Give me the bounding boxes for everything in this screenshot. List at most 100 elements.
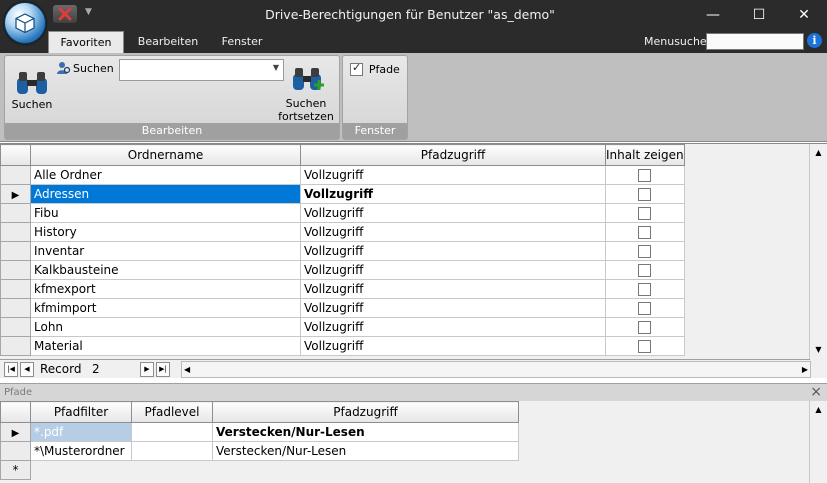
ordnername-cell[interactable]: Kalkbausteine [30,260,301,280]
row-selector[interactable] [0,260,31,280]
ordnername-cell[interactable]: Alle Ordner [30,165,301,185]
chevron-down-icon[interactable]: ▼ [273,63,279,72]
row-selector[interactable] [0,222,31,242]
table-row[interactable]: kfmexport Vollzugriff [0,279,685,299]
pfadzugriff-cell[interactable]: Vollzugriff [300,165,606,185]
pfade-checkbox[interactable] [350,61,363,76]
column-header-inhalt-zeigen[interactable]: Inhalt zeigen [605,144,685,166]
first-record-icon[interactable]: |◀ [4,362,18,377]
pfadzugriff-cell[interactable]: Vollzugriff [300,260,606,280]
inhalt-zeigen-cell [605,336,685,356]
inhalt-zeigen-checkbox[interactable] [638,207,652,220]
ordnername-cell[interactable]: Lohn [30,317,301,337]
row-selector[interactable] [0,203,31,223]
new-row-selector[interactable]: * [0,460,31,480]
suchen-button[interactable] [12,60,52,102]
pfade-toggle[interactable]: Pfade [350,61,400,76]
pfadfilter-cell[interactable]: *\Musterordner [30,441,132,461]
inhalt-zeigen-checkbox[interactable] [638,321,652,334]
last-record-icon[interactable]: ▶| [156,362,170,377]
pfadzugriff-cell[interactable]: Vollzugriff [300,336,606,356]
scroll-down-icon[interactable]: ▼ [810,341,827,358]
table-row[interactable]: Alle Ordner Vollzugriff [0,165,685,185]
ordnername-cell[interactable]: Fibu [30,203,301,223]
quick-access-close-icon[interactable] [53,5,77,23]
suchen-combo[interactable]: ▼ [119,59,284,81]
suchen-fortsetzen-button[interactable] [288,60,328,94]
horizontal-scrollbar[interactable]: ◀ ▶ [181,361,811,378]
ordnername-cell[interactable]: kfmexport [30,279,301,299]
scroll-right-icon[interactable]: ▶ [802,362,808,377]
inhalt-zeigen-checkbox[interactable] [638,302,652,315]
table-row[interactable]: Inventar Vollzugriff [0,241,685,261]
close-button[interactable]: ✕ [781,0,827,31]
column-header-pfadlevel[interactable]: Pfadlevel [131,401,213,423]
scroll-up-icon[interactable]: ▲ [810,401,827,418]
pfadzugriff-cell[interactable]: Vollzugriff [300,279,606,299]
maximize-button[interactable]: ☐ [736,0,782,31]
pfadfilter-cell[interactable]: *.pdf [30,422,132,442]
pfadzugriff-cell[interactable]: Vollzugriff [300,241,606,261]
tab-bearbeiten[interactable]: Bearbeiten [131,31,205,53]
row-selector[interactable] [0,165,31,185]
inhalt-zeigen-checkbox[interactable] [638,188,652,201]
pfadzugriff-cell[interactable]: Vollzugriff [300,203,606,223]
new-row[interactable]: * [0,460,519,480]
paths-vertical-scrollbar[interactable]: ▲ [809,401,827,483]
table-row[interactable]: ▶ Adressen Vollzugriff [0,184,685,204]
table-row[interactable]: Fibu Vollzugriff [0,203,685,223]
row-selector[interactable] [0,241,31,261]
pfadzugriff-cell[interactable]: Vollzugriff [300,184,606,204]
app-orb-icon[interactable] [4,2,46,44]
table-row[interactable]: Kalkbausteine Vollzugriff [0,260,685,280]
column-header-ordnername[interactable]: Ordnername [30,144,301,166]
ordnername-cell[interactable]: Adressen [30,184,301,204]
pfadlevel-cell[interactable] [131,422,213,442]
inhalt-zeigen-checkbox[interactable] [638,283,652,296]
scroll-up-icon[interactable]: ▲ [810,144,827,161]
row-selector[interactable]: ▶ [0,422,31,442]
row-selector[interactable] [0,317,31,337]
pfadzugriff-cell[interactable]: Verstecken/Nur-Lesen [212,441,519,461]
pfadzugriff-cell[interactable]: Vollzugriff [300,298,606,318]
inhalt-zeigen-checkbox[interactable] [638,264,652,277]
pfadzugriff-cell[interactable]: Verstecken/Nur-Lesen [212,422,519,442]
row-selector[interactable] [0,336,31,356]
menusuche-input[interactable] [706,33,804,50]
table-row[interactable]: ▶ *.pdf Verstecken/Nur-Lesen [0,422,519,442]
scroll-left-icon[interactable]: ◀ [184,362,190,377]
tab-fenster[interactable]: Fenster [209,31,275,53]
ordnername-cell[interactable]: History [30,222,301,242]
info-icon[interactable]: i [807,33,822,48]
record-number[interactable]: 2 [92,362,100,376]
vertical-scrollbar[interactable]: ▲ ▼ [809,144,827,359]
next-record-icon[interactable]: ▶ [140,362,154,377]
row-selector[interactable] [0,441,31,461]
table-row[interactable]: kfmimport Vollzugriff [0,298,685,318]
column-header-pfadfilter[interactable]: Pfadfilter [30,401,132,423]
ordnername-cell[interactable]: Inventar [30,241,301,261]
inhalt-zeigen-checkbox[interactable] [638,169,652,182]
minimize-button[interactable]: — [690,0,736,31]
inhalt-zeigen-checkbox[interactable] [638,340,652,353]
pfadzugriff-cell[interactable]: Vollzugriff [300,317,606,337]
row-selector[interactable]: ▶ [0,184,31,204]
row-selector[interactable] [0,298,31,318]
table-row[interactable]: Material Vollzugriff [0,336,685,356]
row-selector[interactable] [0,279,31,299]
ordnername-cell[interactable]: Material [30,336,301,356]
pfadzugriff-cell[interactable]: Vollzugriff [300,222,606,242]
ordnername-cell[interactable]: kfmimport [30,298,301,318]
pfadlevel-cell[interactable] [131,441,213,461]
inhalt-zeigen-checkbox[interactable] [638,245,652,258]
previous-record-icon[interactable]: ◀ [20,362,34,377]
close-icon[interactable]: × [810,384,822,400]
table-row[interactable]: History Vollzugriff [0,222,685,242]
inhalt-zeigen-checkbox[interactable] [638,226,652,239]
table-row[interactable]: *\Musterordner Verstecken/Nur-Lesen [0,441,519,461]
quick-access-dropdown-icon[interactable]: ▼ [85,7,92,17]
tab-favoriten[interactable]: Favoriten [48,31,124,54]
table-row[interactable]: Lohn Vollzugriff [0,317,685,337]
column-header-pfadzugriff[interactable]: Pfadzugriff [300,144,606,166]
column-header-pfadzugriff[interactable]: Pfadzugriff [212,401,519,423]
